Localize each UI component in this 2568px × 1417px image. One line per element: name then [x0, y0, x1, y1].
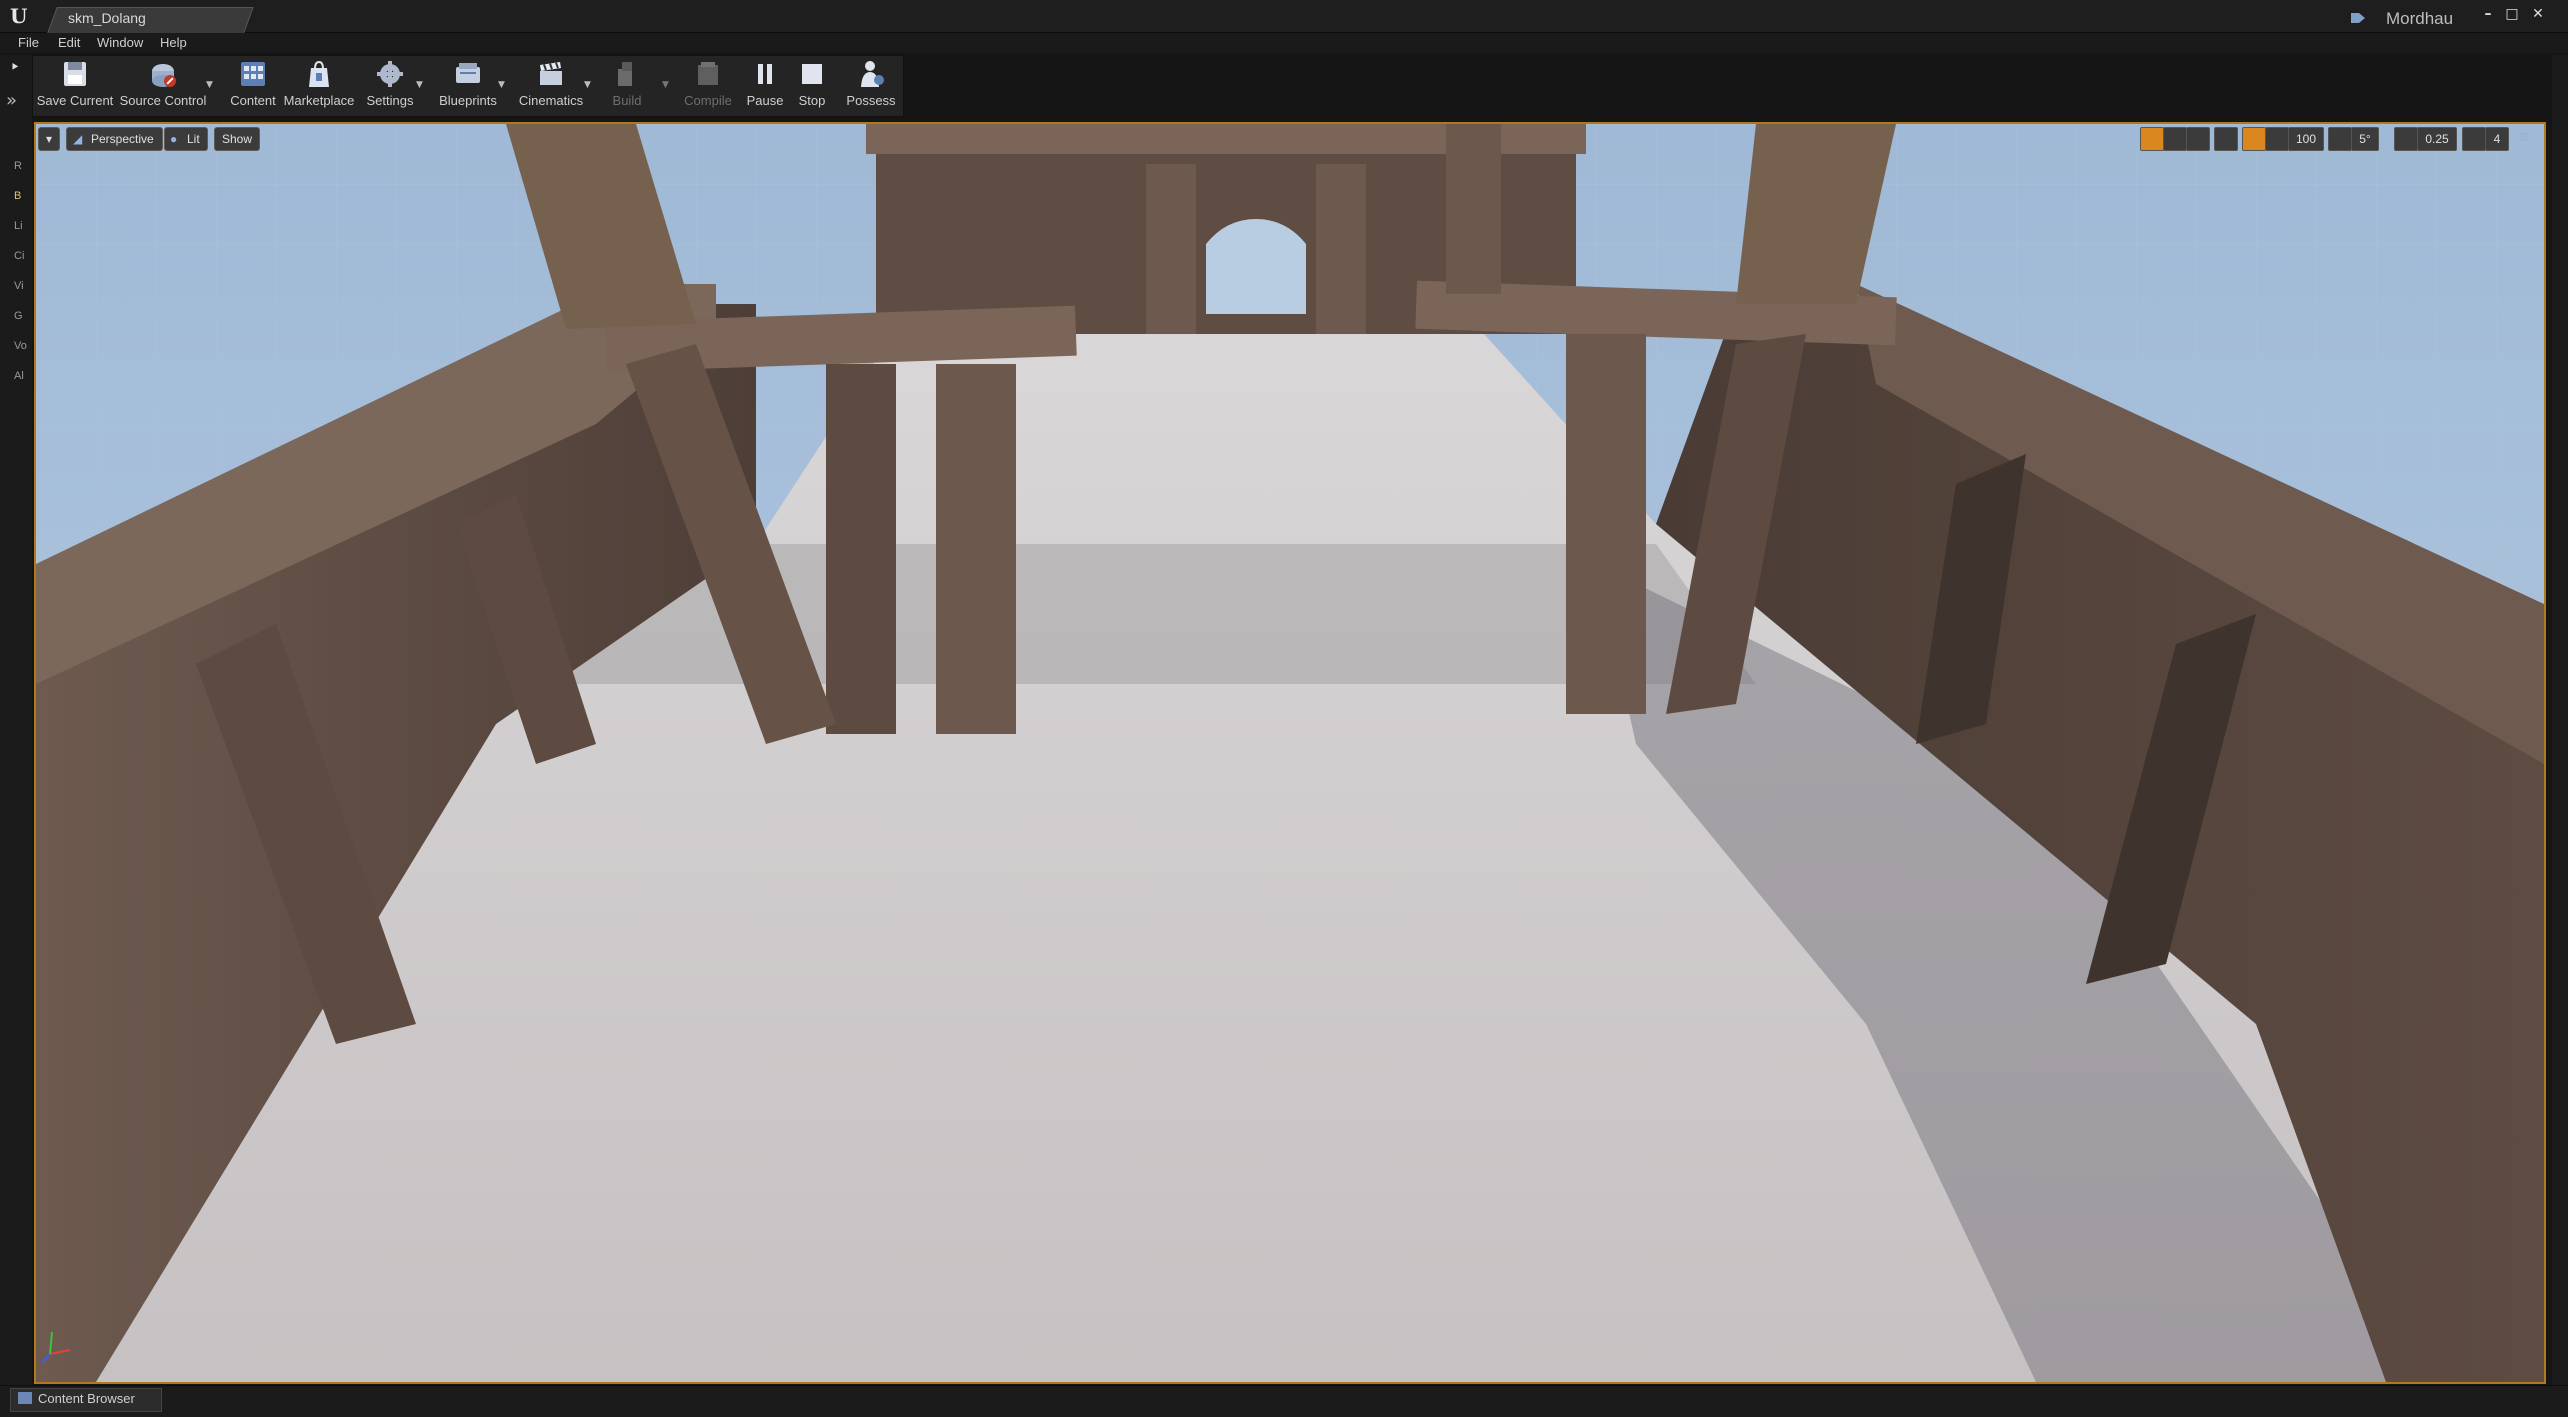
grid-snap-icon[interactable] — [2265, 127, 2289, 151]
compile-icon — [698, 62, 718, 85]
compile-button[interactable]: Compile — [680, 57, 736, 113]
mode-tab-geometry[interactable]: G — [14, 310, 23, 322]
show-label: Show — [222, 132, 253, 146]
source-control-label: Source Control — [119, 93, 207, 108]
mode-tab-lights[interactable]: Li — [14, 220, 23, 232]
content-browser-label: Content Browser — [38, 1391, 135, 1406]
build-button[interactable]: Build — [600, 57, 654, 113]
expand-panel-icon[interactable]: » — [6, 90, 17, 111]
blueprints-button[interactable]: Blueprints — [432, 57, 504, 113]
clapperboard-icon — [540, 62, 562, 85]
content-browser-icon — [18, 1392, 32, 1404]
world-local-icon[interactable] — [2214, 127, 2238, 151]
marketplace-label: Marketplace — [283, 93, 355, 108]
settings-label: Settings — [366, 93, 414, 108]
mode-tab-recent[interactable]: R — [14, 160, 22, 172]
scene-render — [36, 124, 2544, 1382]
show-button[interactable]: Show — [214, 127, 261, 151]
menu-window[interactable]: Window — [97, 35, 143, 50]
cinematics-button[interactable]: Cinematics — [512, 57, 590, 113]
scale-snap-value[interactable]: 0.25 — [2417, 127, 2457, 151]
possess-button[interactable]: Possess — [842, 57, 900, 113]
mode-tab-cinematic[interactable]: Ci — [14, 250, 24, 262]
compile-label: Compile — [684, 93, 732, 108]
lit-button[interactable]: ● Lit — [164, 127, 208, 151]
source-control-icon — [152, 64, 176, 87]
source-control-dropdown-icon[interactable]: ▼ — [206, 80, 213, 90]
title-bar — [0, 0, 2568, 33]
translate-mode-icon[interactable] — [2140, 127, 2164, 151]
save-current-button[interactable]: Save Current — [36, 57, 114, 113]
scale-snap-icon[interactable] — [2394, 127, 2418, 151]
settings-gear-icon — [377, 61, 403, 87]
lit-label: Lit — [187, 132, 200, 146]
save-icon — [64, 62, 86, 86]
cinematics-dropdown-icon[interactable]: ▼ — [584, 80, 591, 90]
scale-mode-icon[interactable] — [2186, 127, 2210, 151]
blueprints-dropdown-icon[interactable]: ▼ — [498, 80, 505, 90]
camera-speed-value[interactable]: 4 — [2485, 127, 2509, 151]
maximize-button[interactable]: □ — [2504, 6, 2520, 22]
blueprints-label: Blueprints — [439, 93, 497, 108]
grid-snap-value[interactable]: 100 — [2288, 127, 2324, 151]
settings-button[interactable]: Settings — [362, 57, 418, 113]
save-current-label: Save Current — [36, 93, 114, 108]
possess-person-icon — [861, 61, 884, 87]
settings-dropdown-icon[interactable]: ▼ — [416, 80, 423, 90]
blueprints-icon — [456, 63, 480, 83]
menu-edit[interactable]: Edit — [58, 35, 80, 50]
menu-bar — [0, 33, 2568, 53]
cinematics-label: Cinematics — [518, 93, 584, 108]
mode-tab-basic[interactable]: B — [14, 190, 21, 202]
details-panel-strip — [2552, 55, 2568, 1385]
build-dropdown-icon[interactable]: ▼ — [662, 80, 669, 90]
build-label: Build — [612, 93, 642, 108]
lit-sphere-icon: ● — [170, 132, 178, 146]
bottom-panel-bar — [0, 1385, 2568, 1417]
surface-snap-icon[interactable] — [2242, 127, 2266, 151]
project-name: Mordhau — [2386, 9, 2454, 28]
mode-tab-volumes[interactable]: Vo — [14, 340, 27, 352]
source-control-button[interactable]: Source Control — [118, 57, 208, 113]
stop-icon — [802, 64, 822, 84]
mode-tab-all-classes[interactable]: Al — [14, 370, 24, 382]
menu-file[interactable]: File — [18, 35, 39, 50]
project-icon — [2351, 13, 2365, 23]
pause-label: Pause — [746, 93, 784, 108]
content-button[interactable]: Content — [224, 57, 282, 113]
stop-button[interactable]: Stop — [792, 57, 832, 113]
rotation-snap-value[interactable]: 5° — [2351, 127, 2379, 151]
marketplace-bag-icon — [309, 60, 329, 87]
camera-speed-icon[interactable] — [2462, 127, 2486, 151]
rotate-mode-icon[interactable] — [2163, 127, 2187, 151]
content-label: Content — [230, 93, 276, 108]
perspective-button[interactable]: ◢ Perspective — [66, 127, 163, 151]
modes-toggle-icon[interactable]: ⯈ — [10, 60, 24, 74]
menu-help[interactable]: Help — [160, 35, 187, 50]
stop-label: Stop — [798, 93, 826, 108]
possess-label: Possess — [846, 93, 896, 108]
rotation-snap-icon[interactable] — [2328, 127, 2352, 151]
perspective-label: Perspective — [91, 132, 154, 146]
minimize-button[interactable]: – — [2480, 6, 2496, 22]
marketplace-button[interactable]: Marketplace — [282, 57, 356, 113]
content-grid-icon — [241, 62, 265, 86]
viewport-options-button[interactable]: ▾ — [38, 127, 60, 151]
perspective-icon: ◢ — [73, 132, 83, 146]
pause-button[interactable]: Pause — [742, 57, 788, 113]
unreal-logo-icon: U — [10, 4, 28, 28]
pause-icon — [758, 64, 772, 84]
level-tab-label: skm_Dolang — [68, 10, 146, 26]
level-viewport[interactable] — [34, 122, 2546, 1384]
build-icon — [618, 62, 632, 86]
mode-tab-visual-effects[interactable]: Vi — [14, 280, 24, 292]
maximize-viewport-icon[interactable]: ⊡ — [2520, 130, 2534, 144]
close-button[interactable]: ✕ — [2530, 6, 2546, 22]
